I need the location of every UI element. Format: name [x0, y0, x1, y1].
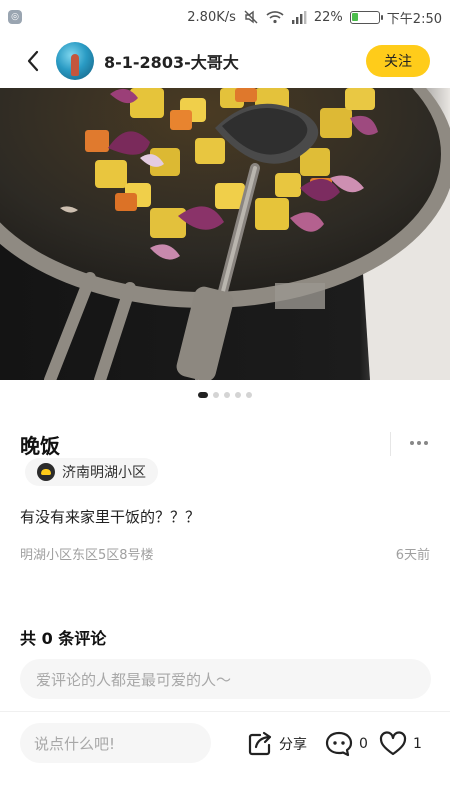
post-address: 明湖小区东区5区8号楼 — [20, 548, 154, 563]
comment-count: 0 — [359, 736, 368, 752]
notification-app-icon: ◎ — [8, 10, 22, 24]
share-label: 分享 — [279, 737, 307, 753]
back-button[interactable] — [22, 50, 44, 72]
carousel-dot — [213, 392, 219, 398]
post-photo[interactable] — [0, 88, 450, 380]
post-header: 8-1-2803-大哥大 关注 — [0, 34, 450, 88]
carousel-dot — [235, 392, 241, 398]
more-dot-icon — [424, 441, 428, 445]
mute-icon — [243, 9, 259, 25]
avatar[interactable] — [56, 42, 94, 80]
clock: 下午2:50 — [386, 11, 442, 27]
post-body: 有没有来家里干饭的？？？ — [20, 508, 201, 526]
carousel-dot — [224, 392, 230, 398]
status-bar: ◎ 2.80K/s 22% 下午2:50 — [0, 0, 450, 34]
wifi-icon — [266, 10, 284, 24]
heart-icon — [379, 731, 407, 756]
carousel-dot — [198, 392, 208, 398]
say-something-input[interactable]: 说点什么吧! — [20, 723, 211, 763]
share-icon — [248, 731, 272, 756]
comment-button[interactable]: 0 — [325, 731, 368, 757]
battery-level — [352, 13, 358, 21]
location-tag[interactable]: 济南明湖小区 — [25, 458, 158, 486]
post-title: 晚饭 — [20, 434, 60, 458]
like-count: 1 — [413, 736, 422, 752]
community-icon — [37, 463, 55, 481]
like-button[interactable]: 1 — [379, 731, 422, 757]
network-speed: 2.80K/s — [187, 9, 236, 25]
status-bar-left: ◎ — [8, 10, 22, 24]
carousel-indicator — [0, 392, 450, 398]
signal-icon — [291, 10, 307, 24]
battery-icon — [349, 10, 383, 24]
username[interactable]: 8-1-2803-大哥大 — [104, 49, 366, 73]
battery-percent: 22% — [313, 9, 343, 25]
more-options-button[interactable] — [404, 432, 434, 454]
location-tag-label: 济南明湖小区 — [62, 465, 146, 481]
follow-button[interactable]: 关注 — [366, 45, 430, 77]
more-dot-icon — [417, 441, 421, 445]
chevron-left-icon — [27, 50, 39, 72]
comment-icon — [325, 731, 353, 757]
bottom-action-bar: 说点什么吧! 分享 0 1 — [0, 711, 450, 800]
more-dot-icon — [410, 441, 414, 445]
share-button[interactable]: 分享 — [247, 731, 307, 757]
title-divider — [390, 432, 391, 456]
post-time: 6天前 — [395, 548, 430, 563]
comments-title: 共 0 条评论 — [20, 629, 107, 648]
comment-input[interactable]: 爱评论的人都是最可爱的人～ — [20, 659, 431, 699]
status-bar-right: 2.80K/s 22% 下午2:50 — [187, 8, 442, 27]
carousel-dot — [246, 392, 252, 398]
